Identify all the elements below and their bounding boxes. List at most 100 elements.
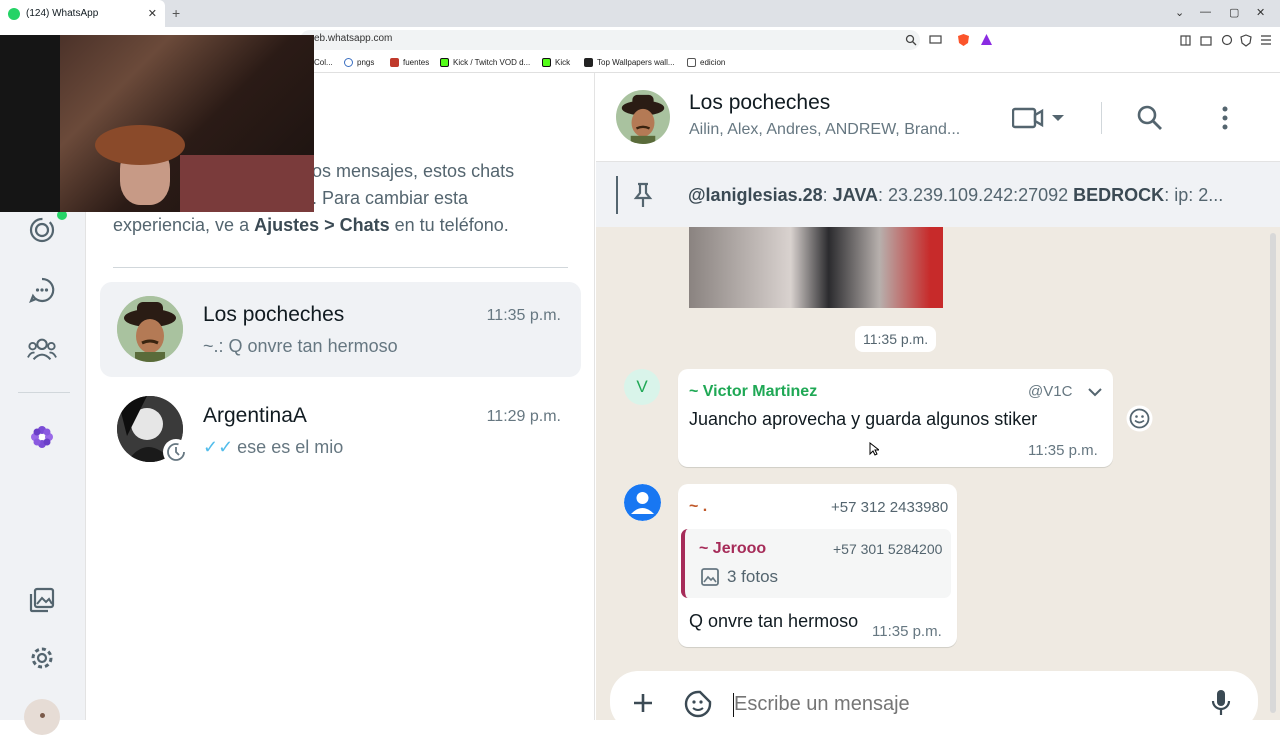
conversation-members: Ailin, Alex, Andres, ANDREW, Brand...	[689, 121, 961, 138]
emoji-react-icon[interactable]	[1126, 405, 1153, 432]
kick-icon	[542, 58, 551, 67]
chat-last-message: ✓✓ ese es el mio	[203, 437, 344, 457]
media-nav[interactable]	[27, 585, 57, 615]
sender-handle: @V1C	[1028, 383, 1073, 400]
message-time: 11:35 p.m.	[1028, 442, 1098, 459]
restore-button[interactable]: ▢	[1229, 6, 1239, 19]
tab-close-icon[interactable]: ✕	[148, 7, 157, 20]
pinned-message-bar[interactable]: @laniglesias.28: JAVA: 23.239.109.242:27…	[596, 161, 1280, 227]
whatsapp-icon	[8, 7, 20, 20]
bookmark-col[interactable]: Col...	[314, 58, 333, 67]
browser-tab[interactable]: (124) WhatsApp ✕	[0, 0, 165, 27]
message-text: Q onvre tan hermoso	[689, 611, 859, 631]
media-gallery-icon	[29, 587, 55, 613]
status-icon	[29, 217, 55, 243]
channels-nav[interactable]	[27, 275, 57, 305]
gear-icon	[31, 647, 53, 669]
pinned-message-text: @laniglesias.28: JAVA: 23.239.109.242:27…	[688, 185, 1224, 205]
url-text[interactable]: eb.whatsapp.com	[314, 33, 392, 44]
url-field[interactable]	[300, 30, 920, 50]
zoom-icon[interactable]	[905, 34, 917, 46]
pin-icon	[633, 182, 653, 207]
sender-avatar-default[interactable]	[624, 484, 661, 521]
settings-nav[interactable]	[27, 643, 57, 673]
browser-tab-bar: (124) WhatsApp ✕ + ⌄ — ▢ ✕	[0, 0, 1280, 27]
mouse-cursor-icon	[869, 442, 879, 456]
group-avatar	[117, 296, 183, 362]
scrollbar[interactable]	[1270, 233, 1276, 713]
image-message[interactable]	[689, 227, 943, 308]
search-icon[interactable]	[1137, 105, 1163, 131]
chat-item-argentinaa[interactable]: ArgentinaA 11:29 p.m. ✓✓ ese es el mio	[100, 383, 581, 478]
message-composer	[610, 671, 1258, 731]
bookmark-edicion[interactable]: edicion	[687, 58, 725, 67]
read-ticks-icon: ✓✓	[203, 437, 234, 457]
close-window-button[interactable]: ✕	[1256, 6, 1265, 19]
brave-rewards-icon[interactable]	[980, 33, 993, 46]
channels-icon	[29, 277, 55, 303]
quoted-phone: +57 301 5284200	[833, 541, 943, 557]
header-divider	[1101, 102, 1102, 134]
chevron-down-icon[interactable]	[1088, 387, 1102, 397]
brave-shield-icon[interactable]	[957, 33, 970, 47]
more-options-icon[interactable]	[1220, 105, 1230, 131]
bookmark-wallpapers[interactable]: Top Wallpapers wall...	[584, 58, 675, 67]
list-divider	[113, 267, 568, 268]
attach-plus-icon[interactable]	[632, 692, 654, 714]
pin-icon	[344, 58, 353, 67]
quoted-text: 3 fotos	[727, 567, 779, 586]
install-app-icon[interactable]	[929, 35, 942, 45]
quoted-message[interactable]: ~ Jerooo +57 301 5284200 3 fotos	[681, 529, 951, 598]
tab-title: (124) WhatsApp	[26, 8, 99, 19]
webcam-overlay	[0, 35, 314, 212]
rail-divider	[18, 392, 70, 393]
conversation-title: Los pocheches	[689, 91, 831, 114]
message-text: Juancho aprovecha y guarda algunos stike…	[689, 409, 1038, 429]
meta-ai-nav[interactable]	[27, 422, 57, 452]
chat-name: Los pocheches	[203, 303, 345, 326]
bookmark-kick[interactable]: Kick	[542, 58, 570, 67]
bookmark-kick-twitch[interactable]: Kick / Twitch VOD d...	[440, 58, 530, 67]
chat-time: 11:35 p.m.	[486, 307, 561, 324]
quoted-sender: ~ Jerooo	[699, 540, 767, 557]
chat-name: ArgentinaA	[203, 404, 307, 427]
message-bubble[interactable]: ~ Victor Martinez @V1C Juancho aprovecha…	[678, 369, 1113, 467]
message-time: 11:35 p.m.	[872, 623, 942, 640]
shield-icon[interactable]	[1240, 34, 1252, 47]
bookmark-pngs[interactable]: pngs	[344, 58, 374, 67]
fuentes-icon	[390, 58, 399, 67]
status-ring-icon	[163, 439, 189, 465]
message-input[interactable]	[734, 687, 1184, 721]
sender-phone: +57 312 2433980	[831, 499, 949, 516]
photo-icon	[701, 568, 719, 586]
status-nav[interactable]	[27, 215, 57, 245]
pin-indicator	[616, 176, 619, 214]
tab-search-icon[interactable]: ⌄	[1175, 6, 1184, 19]
sidebar-toggle-icon[interactable]	[1180, 35, 1191, 46]
wallpaper-icon	[584, 58, 593, 67]
new-tab-button[interactable]: +	[172, 5, 180, 21]
message-sender[interactable]: ~ Victor Martinez	[689, 383, 817, 401]
communities-icon	[27, 338, 57, 361]
sender-avatar[interactable]: V	[624, 369, 660, 405]
meta-ai-icon	[31, 426, 53, 448]
group-avatar[interactable]	[616, 90, 670, 144]
chat-item-los-pocheches[interactable]: Los pocheches 11:35 p.m. ~.: Q onvre tan…	[100, 282, 581, 377]
date-time-chip: 11:35 p.m.	[855, 326, 937, 352]
video-call-icon[interactable]	[1012, 105, 1064, 131]
message-bubble[interactable]: ~ . +57 312 2433980 ~ Jerooo +57 301 528…	[678, 484, 957, 647]
chat-time: 11:29 p.m.	[486, 408, 561, 425]
wallet-icon[interactable]	[1200, 35, 1212, 46]
conversation-header[interactable]: Los pocheches Ailin, Alex, Andres, ANDRE…	[596, 73, 1280, 161]
user-icon	[624, 484, 661, 521]
communities-nav[interactable]	[27, 334, 57, 364]
microphone-icon[interactable]	[1210, 688, 1232, 718]
minimize-button[interactable]: —	[1200, 6, 1211, 18]
bookmark-fuentes[interactable]: fuentes	[390, 58, 429, 67]
message-sender[interactable]: ~ .	[689, 498, 707, 516]
menu-icon[interactable]	[1260, 35, 1272, 45]
vpn-icon[interactable]	[1221, 34, 1233, 46]
kick-icon	[440, 58, 449, 67]
sticker-icon[interactable]	[684, 690, 712, 718]
profile-avatar[interactable]	[24, 699, 60, 735]
